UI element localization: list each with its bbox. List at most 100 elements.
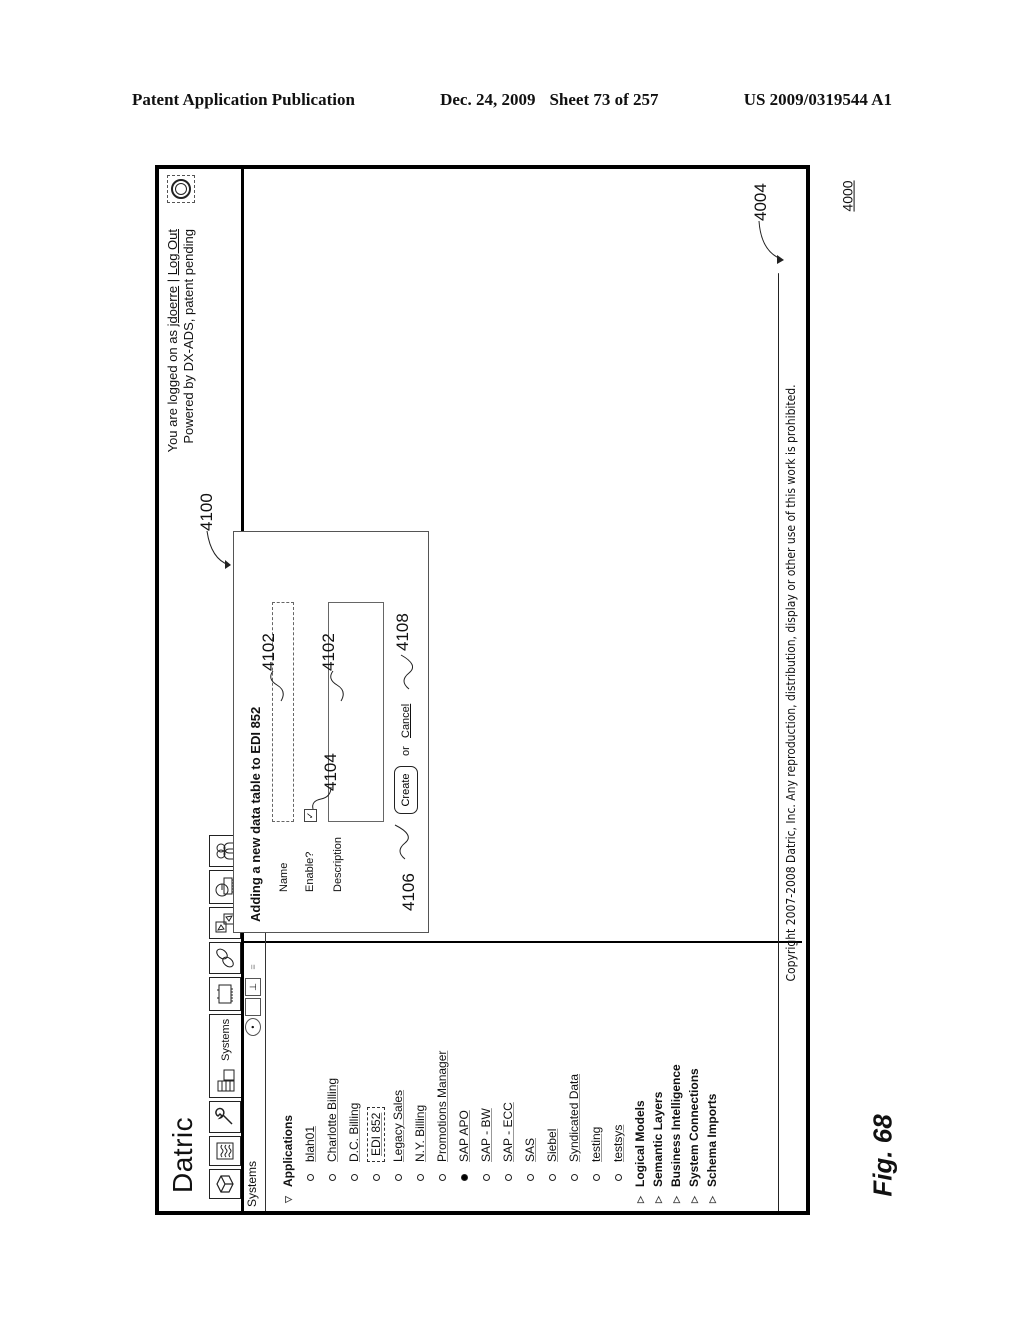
tree-item-link[interactable]: Syndicated Data xyxy=(567,1074,581,1162)
triangle-right-icon[interactable]: ▷ xyxy=(689,1193,700,1203)
ref-arrow-4100 xyxy=(206,530,231,569)
description-label: Description xyxy=(332,836,344,892)
toolbar-link-button[interactable] xyxy=(209,941,241,974)
toolbar-chip-button[interactable] xyxy=(209,976,241,1011)
page-icon[interactable] xyxy=(245,998,261,1016)
create-button[interactable]: Create xyxy=(394,766,418,814)
tree-item-link[interactable]: SAP APO xyxy=(457,1110,471,1162)
ref-4102-name: 4102 xyxy=(259,633,278,671)
tree-item-link[interactable]: Legacy Sales xyxy=(391,1090,405,1162)
dialog-title: Adding a new data table to EDI 852 xyxy=(248,706,263,922)
tree-group[interactable]: ▷ System Connections xyxy=(687,1051,701,1203)
tree-icon[interactable]: ⊥ xyxy=(245,978,261,996)
chip-icon xyxy=(217,984,233,1004)
ref-arrow-4004 xyxy=(758,220,784,264)
tree-item[interactable]: Syndicated Data xyxy=(563,1051,585,1181)
bullet-icon xyxy=(438,1174,446,1181)
tree-item[interactable]: SAP - ECC xyxy=(497,1051,519,1181)
tree-item-link[interactable]: SAS xyxy=(523,1138,537,1162)
tab-systems-label: Systems xyxy=(220,1018,232,1061)
tree-group-applications[interactable]: ▽ Applications xyxy=(281,1051,295,1203)
tree-item-link[interactable]: SAP - ECC xyxy=(501,1102,515,1162)
disc-icon[interactable]: • xyxy=(245,1018,261,1036)
bullet-icon xyxy=(570,1174,578,1181)
tree-item-link[interactable]: testsys xyxy=(611,1125,625,1162)
help-button[interactable] xyxy=(167,175,195,203)
tree-item[interactable]: D.C. Billing xyxy=(343,1051,365,1181)
enable-label: Enable? xyxy=(304,851,316,892)
bullet-icon xyxy=(504,1174,512,1181)
bullet-icon xyxy=(350,1174,358,1181)
publication-number: US 2009/0319544 A1 xyxy=(743,90,892,109)
tree-item-link[interactable]: Siebel xyxy=(545,1129,559,1162)
tree-item[interactable]: testing xyxy=(585,1051,607,1181)
triangle-right-icon[interactable]: ▷ xyxy=(671,1193,682,1203)
sidebar: Systems • ⊥ ≡ ▽ Applications blah01 Charl… xyxy=(243,563,802,1211)
ref-4102-desc: 4102 xyxy=(319,633,338,671)
ref-leader-4108 xyxy=(400,654,413,690)
bullet-icon xyxy=(306,1174,314,1181)
ref-4106: 4106 xyxy=(399,873,418,911)
tree-group-label: System Connections xyxy=(687,1068,701,1187)
tree-item-link[interactable]: blah01 xyxy=(303,1126,317,1162)
tree-item[interactable]: Siebel xyxy=(541,1051,563,1181)
bullet-icon xyxy=(592,1174,600,1181)
publication-type: Patent Application Publication xyxy=(132,90,355,109)
toolbar-wrench-button[interactable] xyxy=(209,1101,241,1133)
tree-item[interactable]: N.Y. Billing xyxy=(409,1051,431,1181)
tree-item[interactable]: SAP APO xyxy=(453,1051,475,1181)
logout-link[interactable]: Log Out xyxy=(165,229,180,275)
filled-bullet-icon xyxy=(460,1174,468,1181)
tree-group-label: Semantic Layers xyxy=(651,1091,665,1187)
tree-item[interactable]: Charlotte Billing xyxy=(321,1051,343,1181)
copyright-footer: Copyright 2007-2008 Datric, Inc. Any rep… xyxy=(778,273,802,1211)
triangle-right-icon[interactable]: ▷ xyxy=(653,1193,664,1203)
tab-systems[interactable]: Systems xyxy=(209,1013,243,1098)
sidebar-subtools: • ⊥ ≡ xyxy=(245,958,261,1036)
session-info: You are logged on as jdoerre | Log Out P… xyxy=(165,229,197,452)
tree-group[interactable]: ▷ Business Intelligence xyxy=(669,1051,683,1203)
ref-leader-4106 xyxy=(394,824,409,860)
tree-item-link[interactable]: Charlotte Billing xyxy=(325,1078,339,1162)
ref-4108: 4108 xyxy=(393,613,412,651)
ref-leader-4102-desc xyxy=(330,670,344,702)
tree-item[interactable]: EDI 852 xyxy=(365,1051,387,1181)
username-link[interactable]: jdoerre xyxy=(165,286,180,326)
tree-item[interactable]: testsys xyxy=(607,1051,629,1181)
triangle-right-icon[interactable]: ▷ xyxy=(635,1193,646,1203)
app-window: Datric You are logged on as jdoerre | Lo… xyxy=(155,165,810,1215)
tree-item-link[interactable]: Promotions Manager xyxy=(435,1051,449,1162)
bullet-icon xyxy=(394,1174,402,1181)
tree-item[interactable]: Promotions Manager xyxy=(431,1051,453,1181)
list-icon[interactable]: ≡ xyxy=(245,958,261,976)
toolbar-cube-button[interactable] xyxy=(209,1169,241,1199)
tree-item[interactable]: SAP - BW xyxy=(475,1051,497,1181)
publication-date: Dec. 24, 2009 xyxy=(440,90,536,109)
tree-group[interactable]: ▷ Schema Imports xyxy=(705,1051,719,1203)
tree-item-link[interactable]: testing xyxy=(589,1127,603,1162)
cancel-link[interactable]: Cancel xyxy=(400,704,412,738)
tree-item[interactable]: Legacy Sales xyxy=(387,1051,409,1181)
bullet-icon xyxy=(416,1174,424,1181)
separator: | xyxy=(165,278,180,283)
bullet-icon xyxy=(372,1174,380,1181)
triangle-down-icon[interactable]: ▽ xyxy=(283,1193,294,1203)
systems-grid-icon xyxy=(217,1069,235,1092)
tree-group-label: Schema Imports xyxy=(705,1093,719,1187)
help-ring-icon xyxy=(171,179,191,199)
tree-item-link[interactable]: N.Y. Billing xyxy=(413,1105,427,1162)
ref-leader-4104 xyxy=(312,786,332,810)
tree-item-link[interactable]: EDI 852 xyxy=(367,1106,385,1162)
or-text: or xyxy=(400,746,412,756)
triangle-right-icon[interactable]: ▷ xyxy=(707,1193,718,1203)
systems-tree: ▽ Applications blah01 Charlotte Billing D.… xyxy=(277,1051,723,1203)
tree-groups: ▷ Logical Models ▷ Semantic Layers ▷ Business… xyxy=(633,1051,719,1203)
tree-item[interactable]: SAS xyxy=(519,1051,541,1181)
tree-item-link[interactable]: D.C. Billing xyxy=(347,1103,361,1162)
tree-item-link[interactable]: SAP - BW xyxy=(479,1108,493,1162)
tree-item[interactable]: blah01 xyxy=(299,1051,321,1181)
tree-group[interactable]: ▷ Semantic Layers xyxy=(651,1051,665,1203)
toolbar-wave-button[interactable] xyxy=(209,1136,241,1166)
ui-figure: Datric You are logged on as jdoerre | Lo… xyxy=(155,165,810,1215)
tree-group[interactable]: ▷ Logical Models xyxy=(633,1051,647,1203)
